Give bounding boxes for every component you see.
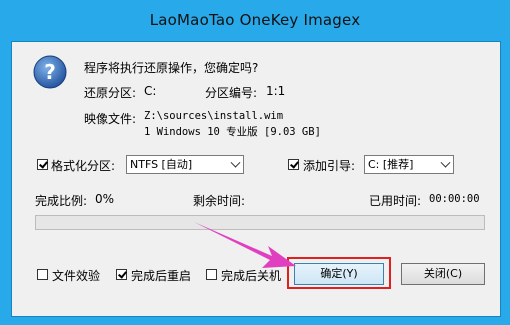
confirm-question: 程序将执行还原操作，您确定吗?	[84, 61, 259, 75]
boot-label: 添加引导:	[303, 159, 356, 173]
window-title: LaoMaoTao OneKey Imagex	[149, 11, 361, 29]
image-path: Z:\sources\install.wim	[144, 110, 284, 122]
partition-value: C:	[144, 84, 157, 98]
boot-select-value: C: [推荐]	[368, 158, 414, 171]
format-label: 格式化分区:	[51, 159, 116, 173]
completion-value: 0%	[95, 192, 115, 206]
image-label: 映像文件:	[84, 112, 137, 126]
format-select[interactable]: NTFS [自动]	[126, 155, 244, 174]
chevron-down-icon	[230, 157, 241, 168]
svg-text:?: ?	[44, 60, 56, 84]
boot-select[interactable]: C: [推荐]	[364, 155, 454, 174]
highlight-box	[287, 257, 391, 289]
format-select-value: NTFS [自动]	[130, 158, 193, 171]
restart-label: 完成后重启	[131, 269, 192, 283]
question-icon: ?	[33, 55, 67, 89]
format-checkbox[interactable]	[37, 159, 48, 170]
completion-label: 完成比例:	[35, 194, 88, 208]
partition-number-value: 1:1	[266, 84, 286, 98]
remaining-label: 剩余时间:	[193, 194, 246, 208]
close-button[interactable]: 关闭(C)	[401, 263, 485, 285]
partition-number-label: 分区编号:	[205, 86, 258, 100]
app-window: LaoMaoTao OneKey Imagex ? 程序将执行还原操作，您确定吗…	[0, 0, 510, 325]
elapsed-label: 已用时间:	[369, 194, 422, 208]
boot-checkbox[interactable]	[288, 159, 299, 170]
chevron-down-icon	[440, 157, 451, 168]
restart-checkbox[interactable]	[116, 269, 127, 280]
dialog-body: ? 程序将执行还原操作，您确定吗? 还原分区: C: 分区编号: 1:1 映像文…	[11, 41, 501, 317]
image-info: 1 Windows 10 专业版 [9.03 GB]	[144, 126, 321, 138]
partition-label: 还原分区:	[84, 86, 137, 100]
elapsed-value: 00:00:00	[429, 193, 480, 205]
verify-checkbox[interactable]	[37, 269, 48, 280]
pointer-arrow-icon	[194, 222, 296, 268]
verify-label: 文件效验	[52, 269, 101, 283]
